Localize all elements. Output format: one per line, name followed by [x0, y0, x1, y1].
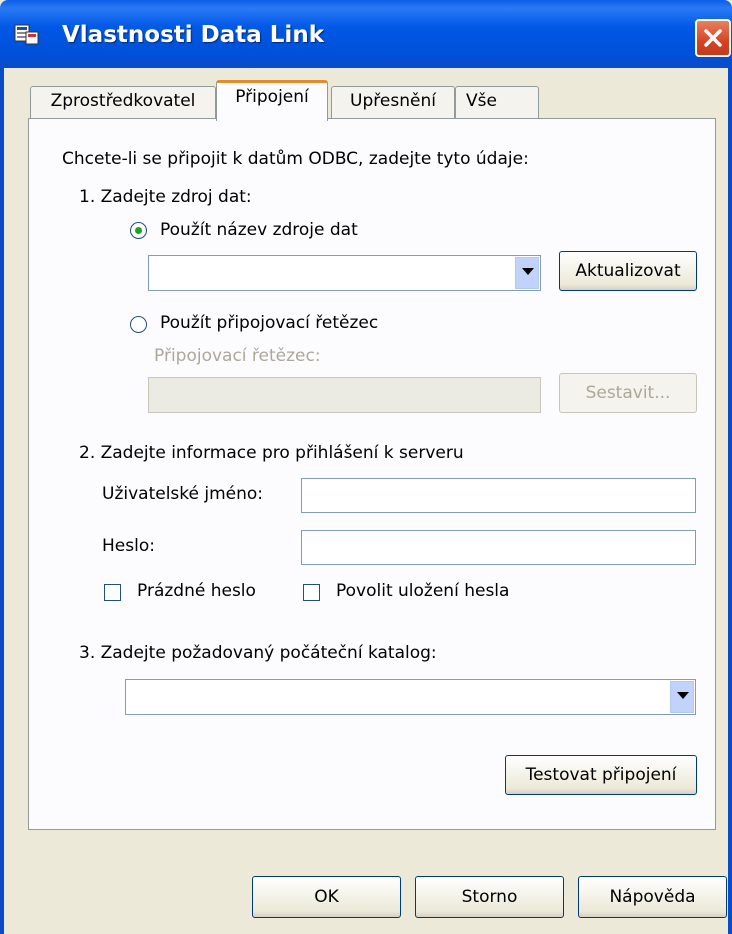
intro-text: Chcete-li se připojit k datům ODBC, zade… [62, 149, 529, 169]
step3-heading: 3. Zadejte požadovaný počáteční katalog: [79, 643, 437, 663]
test-connection-button-label: Testovat připojení [525, 765, 677, 785]
build-button[interactable]: Sestavit... [559, 373, 697, 413]
connection-string-input[interactable] [148, 377, 541, 413]
build-button-label: Sestavit... [585, 383, 671, 403]
blank-password-checkbox[interactable] [104, 584, 121, 601]
radio-use-connection-string[interactable] [130, 316, 147, 333]
step2-heading: 2. Zadejte informace pro přihlášení k se… [79, 443, 464, 463]
radio-use-connection-string-label: Použít připojovací řetězec [160, 313, 379, 333]
refresh-button[interactable]: Aktualizovat [559, 251, 697, 291]
username-input[interactable] [301, 478, 696, 513]
test-connection-button[interactable]: Testovat připojení [505, 755, 697, 795]
cancel-button-label: Storno [461, 887, 518, 907]
password-label: Heslo: [102, 536, 155, 556]
help-button[interactable]: Nápověda [578, 876, 727, 918]
ok-button[interactable]: OK [252, 876, 401, 918]
radio-selected-dot [135, 227, 142, 234]
initial-catalog-dropdown-button[interactable] [670, 681, 694, 713]
initial-catalog-dropdown[interactable] [125, 679, 696, 715]
dsn-dropdown[interactable] [148, 255, 541, 291]
allow-save-password-label: Povolit uložení hesla [336, 581, 510, 601]
dsn-dropdown-button[interactable] [515, 257, 539, 289]
radio-use-dsn-label: Použít název zdroje dat [160, 220, 358, 240]
connection-string-label: Připojovací řetězec: [154, 346, 321, 366]
ok-button-label: OK [314, 887, 339, 907]
allow-save-password-checkbox[interactable] [303, 584, 320, 601]
password-input[interactable] [301, 530, 696, 565]
chevron-down-icon [522, 268, 534, 275]
step1-heading: 1. Zadejte zdroj dat: [79, 187, 252, 207]
help-button-label: Nápověda [609, 887, 696, 907]
refresh-button-label: Aktualizovat [575, 261, 681, 281]
cancel-button[interactable]: Storno [415, 876, 564, 918]
blank-password-label: Prázdné heslo [137, 581, 256, 601]
username-label: Uživatelské jméno: [102, 484, 264, 504]
chevron-down-icon [677, 692, 689, 699]
radio-use-dsn[interactable] [130, 222, 147, 239]
